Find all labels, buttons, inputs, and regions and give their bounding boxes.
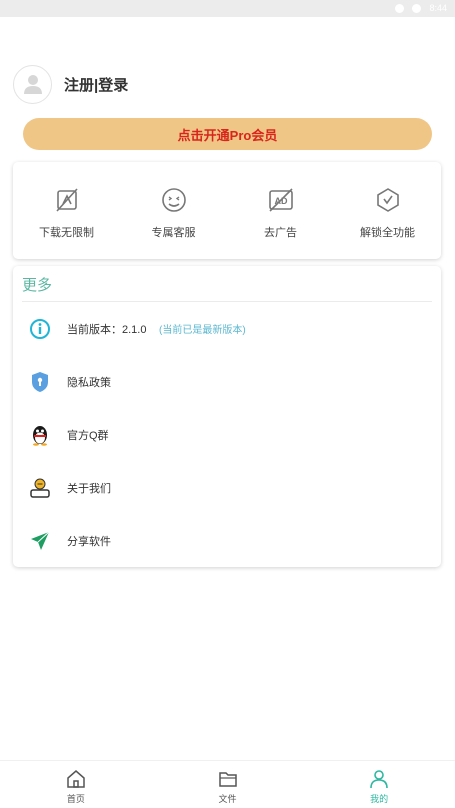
person-icon bbox=[370, 770, 388, 789]
tab-home[interactable]: 首页 bbox=[0, 761, 152, 808]
version-note: (当前已是最新版本) bbox=[159, 325, 246, 336]
profile-row[interactable]: 注册|登录 bbox=[13, 64, 128, 104]
login-link[interactable]: 注册|登录 bbox=[64, 74, 128, 95]
bottom-tab-bar: 首页 文件 我的 bbox=[0, 760, 455, 808]
pro-membership-button[interactable]: 点击开通Pro会员 bbox=[23, 118, 432, 150]
perk-exclusive-service[interactable]: 专属客服 bbox=[120, 162, 227, 259]
perk-unlock-all[interactable]: 解锁全功能 bbox=[334, 162, 441, 259]
tab-mine[interactable]: 我的 bbox=[303, 761, 455, 808]
status-bar: 8:44 bbox=[0, 0, 455, 17]
info-icon bbox=[30, 318, 50, 339]
home-icon bbox=[67, 770, 85, 788]
status-time: 8:44 bbox=[429, 3, 447, 13]
menu-item-qq-group[interactable]: 官方Q群 bbox=[13, 408, 441, 461]
share-label: 分享软件 bbox=[67, 535, 111, 548]
no-ads-icon: AD bbox=[268, 188, 293, 212]
battery-icon bbox=[412, 3, 422, 13]
status-icons: 8:44 bbox=[395, 3, 447, 13]
unlimited-download-icon bbox=[55, 188, 78, 212]
privacy-label: 隐私政策 bbox=[67, 376, 111, 389]
tab-label: 文件 bbox=[218, 794, 237, 804]
qq-penguin-icon bbox=[33, 425, 47, 446]
tab-label: 我的 bbox=[370, 794, 389, 804]
share-arrow-icon bbox=[31, 531, 50, 550]
user-icon bbox=[23, 75, 42, 94]
perk-label: 下载无限制 bbox=[39, 227, 94, 239]
unlock-shield-icon bbox=[376, 188, 399, 212]
perks-card: 下载无限制 专属客服 AD 去广告 解锁全功能 bbox=[13, 162, 441, 259]
folder-icon bbox=[218, 772, 237, 787]
more-title: 更多 bbox=[22, 277, 53, 294]
tab-files[interactable]: 文件 bbox=[152, 761, 304, 808]
more-card: 更多 当前版本：2.1.0 (当前已是最新版本) 隐私政策 官方Q群 关于我们 … bbox=[13, 266, 441, 567]
pro-membership-label: 点击开通Pro会员 bbox=[177, 127, 278, 143]
menu-item-privacy[interactable]: 隐私政策 bbox=[13, 355, 441, 408]
menu-item-about[interactable]: 关于我们 bbox=[13, 461, 441, 514]
perk-unlimited-download[interactable]: 下载无限制 bbox=[13, 162, 120, 259]
about-coin-icon bbox=[30, 478, 50, 498]
perk-no-ads[interactable]: AD 去广告 bbox=[227, 162, 334, 259]
avatar[interactable] bbox=[13, 64, 52, 104]
perk-label: 专属客服 bbox=[151, 227, 196, 239]
version-label: 当前版本：2.1.0 bbox=[67, 323, 147, 336]
perk-label: 去广告 bbox=[264, 227, 297, 239]
qq-group-label: 官方Q群 bbox=[67, 429, 109, 442]
about-label: 关于我们 bbox=[67, 482, 111, 495]
menu-item-share[interactable]: 分享软件 bbox=[13, 514, 441, 567]
privacy-shield-icon bbox=[32, 371, 48, 392]
menu-item-version[interactable]: 当前版本：2.1.0 (当前已是最新版本) bbox=[13, 302, 441, 355]
wifi-icon bbox=[395, 3, 405, 13]
tab-label: 首页 bbox=[66, 794, 85, 804]
smiley-service-icon bbox=[161, 188, 186, 212]
perk-label: 解锁全功能 bbox=[360, 227, 415, 239]
